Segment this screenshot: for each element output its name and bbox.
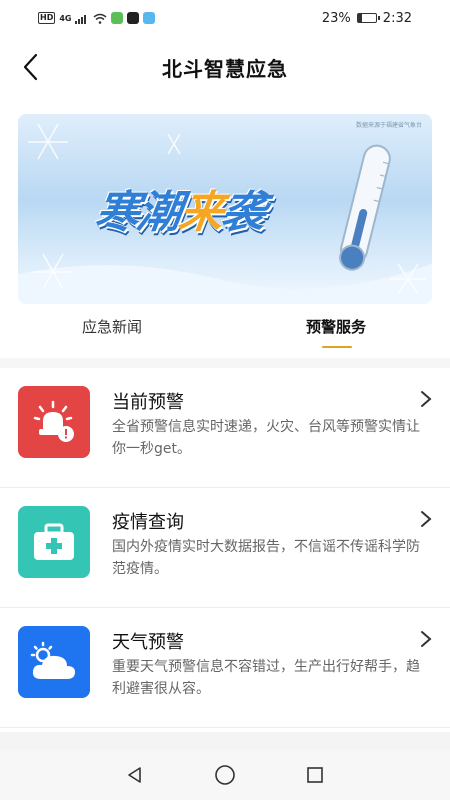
service-icon-weather — [18, 626, 90, 698]
banner-title-part1: 寒潮 — [91, 187, 183, 238]
alarm-siren-icon — [33, 400, 74, 442]
service-title: 天气预警 — [112, 632, 184, 653]
status-bar: HD 4G 23% 2:32 — [0, 0, 450, 36]
tiktok-app-icon — [127, 12, 140, 24]
service-icon-current-warning — [18, 386, 90, 458]
wifi-icon — [94, 13, 107, 24]
service-icon-epidemic — [18, 506, 90, 578]
network-type: 4G — [59, 13, 72, 23]
medical-kit-icon — [34, 523, 74, 560]
nav-home-button[interactable] — [210, 760, 240, 790]
active-tab-indicator — [322, 346, 352, 348]
chevron-right-icon — [421, 631, 432, 647]
battery-percent: 23% — [321, 10, 351, 26]
banner-title-highlight: 来 — [175, 187, 225, 238]
system-nav-bar — [0, 750, 450, 800]
service-item-current-warning[interactable]: 当前预警 全省预警信息实时速递，火灾、台风等预警实情让你一秒get。 — [0, 368, 450, 488]
chevron-left-icon — [23, 53, 38, 81]
video-app-icon — [111, 12, 124, 24]
back-button[interactable] — [14, 50, 48, 84]
tab-news[interactable]: 应急新闻 — [82, 316, 142, 337]
clock: 2:32 — [382, 10, 412, 26]
banner-title-part2: 袭 — [217, 187, 267, 238]
service-list: 当前预警 全省预警信息实时速递，火灾、台风等预警实情让你一秒get。 疫情查询 … — [0, 368, 450, 728]
recent-square-icon — [307, 767, 323, 783]
page-title: 北斗智慧应急 — [162, 56, 288, 81]
weather-cloud-icon — [30, 641, 75, 679]
battery-icon — [356, 13, 380, 23]
home-circle-icon — [215, 765, 235, 785]
tab-bar: 应急新闻 预警服务 — [0, 306, 450, 358]
status-right: 23% 2:32 — [322, 11, 412, 26]
service-desc: 重要天气预警信息不容错过，生产出行好帮手，趋利避害很从容。 — [112, 659, 420, 697]
status-left: HD 4G — [38, 12, 156, 24]
service-desc: 国内外疫情实时大数据报告，不信谣不传谣科学防范疫情。 — [112, 539, 420, 577]
tab-warning-service[interactable]: 预警服务 — [306, 316, 366, 337]
chevron-right-icon — [421, 511, 432, 527]
service-item-epidemic[interactable]: 疫情查询 国内外疫情实时大数据报告，不信谣不传谣科学防范疫情。 — [0, 488, 450, 608]
back-triangle-icon — [128, 767, 141, 783]
service-title: 当前预警 — [112, 392, 184, 413]
gallery-app-icon — [143, 12, 156, 24]
service-desc: 全省预警信息实时速递，火灾、台风等预警实情让你一秒get。 — [112, 419, 420, 457]
app-header: 北斗智慧应急 — [0, 36, 450, 98]
section-divider — [0, 358, 450, 368]
banner-title: 寒潮来袭 — [92, 176, 269, 240]
hd-badge: HD — [38, 12, 56, 24]
thermometer-graphic — [339, 144, 391, 271]
chevron-right-icon — [421, 391, 432, 407]
bottom-spacer — [0, 732, 450, 750]
signal-icon — [75, 14, 87, 24]
promo-banner[interactable]: 数据来源于福建省气象台 寒潮来袭 — [18, 114, 432, 304]
nav-recent-button[interactable] — [300, 760, 330, 790]
service-item-weather[interactable]: 天气预警 重要天气预警信息不容错过，生产出行好帮手，趋利避害很从容。 — [0, 608, 450, 728]
nav-back-button[interactable] — [120, 760, 150, 790]
banner-caption: 数据来源于福建省气象台 — [355, 122, 422, 129]
service-title: 疫情查询 — [112, 512, 184, 533]
